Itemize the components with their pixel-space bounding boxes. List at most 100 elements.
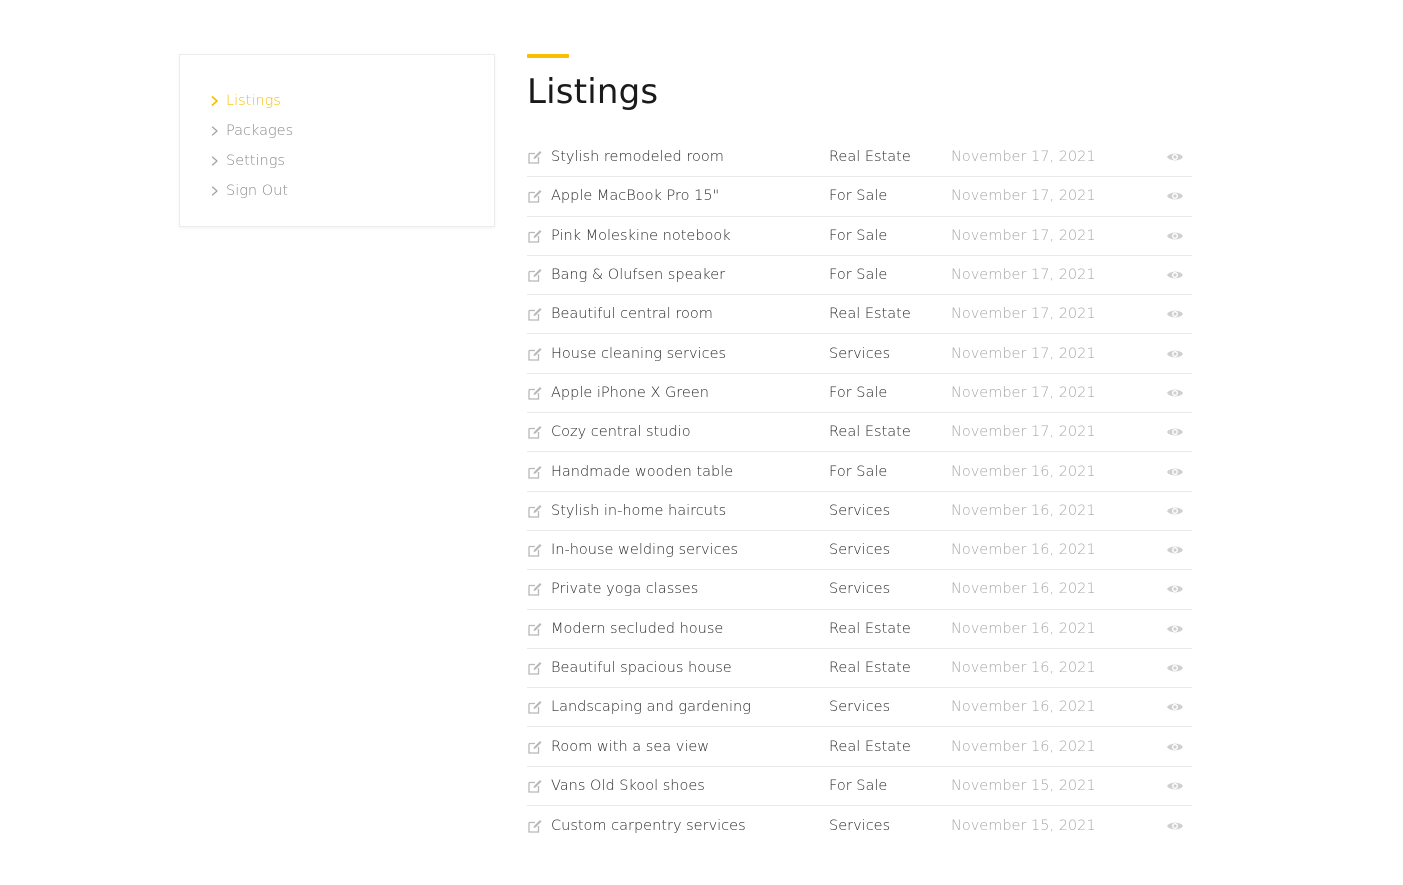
eye-icon[interactable] bbox=[1166, 229, 1184, 243]
edit-icon[interactable] bbox=[527, 306, 543, 322]
table-row: Beautiful central room Real Estate Novembe… bbox=[527, 295, 1192, 335]
table-row: Landscaping and gardening Services Novembe… bbox=[527, 688, 1192, 728]
sidebar-item-packages[interactable]: Packages bbox=[210, 116, 293, 146]
edit-icon[interactable] bbox=[527, 699, 543, 715]
eye-icon[interactable] bbox=[1166, 504, 1184, 518]
eye-icon[interactable] bbox=[1166, 307, 1184, 321]
listing-category: Services bbox=[829, 817, 891, 834]
eye-icon[interactable] bbox=[1166, 622, 1184, 636]
listing-title[interactable]: Vans Old Skool shoes bbox=[551, 778, 829, 794]
listing-title[interactable]: Handmade wooden table bbox=[551, 464, 829, 480]
eye-icon[interactable] bbox=[1166, 425, 1184, 439]
listing-title[interactable]: Room with a sea view bbox=[551, 739, 829, 755]
listing-date: November 17, 2021 bbox=[951, 267, 1096, 284]
listing-category: For Sale bbox=[829, 384, 888, 401]
listing-title[interactable]: Apple iPhone X Green bbox=[551, 385, 829, 401]
listing-date: November 16, 2021 bbox=[951, 699, 1096, 716]
listing-category: For Sale bbox=[829, 267, 888, 284]
listing-date: November 16, 2021 bbox=[951, 463, 1096, 480]
sidebar-item-sign-out[interactable]: Sign Out bbox=[210, 176, 293, 206]
listing-date: November 16, 2021 bbox=[951, 502, 1096, 519]
main-content: Listings Stylish remodeled room Real Esta… bbox=[527, 54, 1192, 834]
edit-icon[interactable] bbox=[527, 621, 543, 637]
listing-category: Real Estate bbox=[829, 620, 911, 637]
listing-title[interactable]: Beautiful spacious house bbox=[551, 660, 829, 676]
listing-title[interactable]: Stylish remodeled room bbox=[551, 149, 829, 165]
listing-title[interactable]: House cleaning services bbox=[551, 346, 829, 362]
eye-icon[interactable] bbox=[1166, 779, 1184, 793]
eye-icon[interactable] bbox=[1166, 819, 1184, 833]
listing-category: For Sale bbox=[829, 463, 888, 480]
table-row: Apple MacBook Pro 15" For Sale November 17… bbox=[527, 177, 1192, 217]
listing-date: November 16, 2021 bbox=[951, 738, 1096, 755]
listing-date: November 16, 2021 bbox=[951, 542, 1096, 559]
edit-icon[interactable] bbox=[527, 385, 543, 401]
table-row: Modern secluded house Real Estate November… bbox=[527, 610, 1192, 649]
eye-icon[interactable] bbox=[1166, 543, 1184, 557]
eye-icon[interactable] bbox=[1166, 582, 1184, 596]
eye-icon[interactable] bbox=[1166, 189, 1184, 203]
edit-icon[interactable] bbox=[527, 188, 543, 204]
sidebar-item-listings[interactable]: Listings bbox=[210, 86, 293, 116]
listing-title[interactable]: In-house welding services bbox=[551, 542, 829, 558]
edit-icon[interactable] bbox=[527, 778, 543, 794]
listing-category: For Sale bbox=[829, 777, 888, 794]
eye-icon[interactable] bbox=[1166, 386, 1184, 400]
listing-category: Services bbox=[829, 345, 891, 362]
table-row: Stylish remodeled room Real Estate Novembe… bbox=[527, 138, 1192, 178]
eye-icon[interactable] bbox=[1166, 347, 1184, 361]
listing-title[interactable]: Private yoga classes bbox=[551, 581, 829, 597]
chevron-right-icon bbox=[210, 126, 220, 136]
table-row: Custom carpentry services Services Novembe… bbox=[527, 806, 1192, 845]
listing-category: Services bbox=[829, 699, 891, 716]
edit-icon[interactable] bbox=[527, 503, 543, 519]
eye-icon[interactable] bbox=[1166, 268, 1184, 282]
eye-icon[interactable] bbox=[1166, 700, 1184, 714]
edit-icon[interactable] bbox=[527, 739, 543, 755]
edit-icon[interactable] bbox=[527, 228, 543, 244]
listing-date: November 17, 2021 bbox=[951, 424, 1096, 441]
eye-icon[interactable] bbox=[1166, 740, 1184, 754]
listing-date: November 17, 2021 bbox=[951, 149, 1096, 166]
sidebar-nav: Listings Packages Settings Sign Out bbox=[210, 86, 293, 206]
edit-icon[interactable] bbox=[527, 581, 543, 597]
edit-icon[interactable] bbox=[527, 346, 543, 362]
chevron-right-icon bbox=[210, 186, 220, 196]
edit-icon[interactable] bbox=[527, 267, 543, 283]
edit-icon[interactable] bbox=[527, 818, 543, 834]
eye-icon[interactable] bbox=[1166, 465, 1184, 479]
listing-category: For Sale bbox=[829, 188, 888, 205]
sidebar-item-settings[interactable]: Settings bbox=[210, 146, 293, 176]
edit-icon[interactable] bbox=[527, 542, 543, 558]
table-row: Handmade wooden table For Sale November 16… bbox=[527, 452, 1192, 492]
edit-icon[interactable] bbox=[527, 464, 543, 480]
table-row: Vans Old Skool shoes For Sale November 15,… bbox=[527, 767, 1192, 807]
sidebar-item-label: Settings bbox=[226, 153, 285, 169]
title-accent-bar bbox=[527, 54, 569, 58]
listing-title[interactable]: Modern secluded house bbox=[551, 621, 829, 637]
edit-icon[interactable] bbox=[527, 149, 543, 165]
sidebar-item-label: Sign Out bbox=[226, 183, 289, 199]
table-row: Room with a sea view Real Estate November … bbox=[527, 727, 1192, 767]
listing-date: November 15, 2021 bbox=[951, 777, 1096, 794]
listing-title[interactable]: Pink Moleskine notebook bbox=[551, 228, 829, 244]
listing-title[interactable]: Cozy central studio bbox=[551, 424, 829, 440]
listing-title[interactable]: Beautiful central room bbox=[551, 306, 829, 322]
listing-title[interactable]: Bang & Olufsen speaker bbox=[551, 267, 829, 283]
listing-category: Real Estate bbox=[829, 424, 911, 441]
listing-category: Services bbox=[829, 581, 891, 598]
listing-title[interactable]: Stylish in-home haircuts bbox=[551, 503, 829, 519]
chevron-right-icon bbox=[210, 96, 220, 106]
edit-icon[interactable] bbox=[527, 660, 543, 676]
page-title: Listings bbox=[527, 72, 659, 112]
edit-icon[interactable] bbox=[527, 424, 543, 440]
eye-icon[interactable] bbox=[1166, 150, 1184, 164]
listing-title[interactable]: Landscaping and gardening bbox=[551, 699, 829, 715]
table-row: Cozy central studio Real Estate November 1… bbox=[527, 413, 1192, 453]
sidebar-item-label: Packages bbox=[226, 123, 294, 139]
eye-icon[interactable] bbox=[1166, 661, 1184, 675]
listing-title[interactable]: Custom carpentry services bbox=[551, 818, 829, 834]
listing-date: November 16, 2021 bbox=[951, 581, 1096, 598]
listing-category: Real Estate bbox=[829, 149, 911, 166]
listing-title[interactable]: Apple MacBook Pro 15" bbox=[551, 188, 829, 204]
